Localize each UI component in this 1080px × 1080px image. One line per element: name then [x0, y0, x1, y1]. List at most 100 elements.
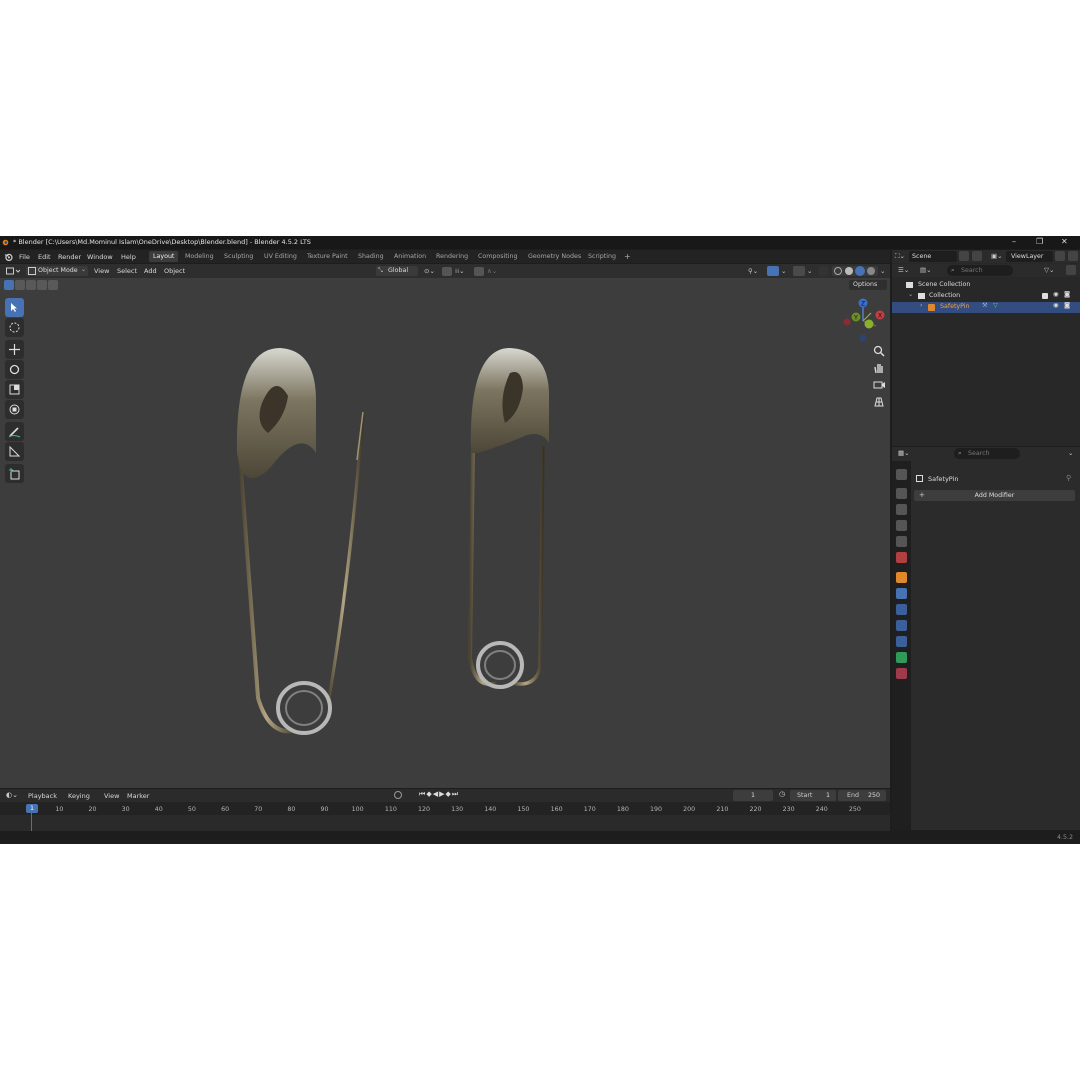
exclude-checkbox[interactable] — [1042, 293, 1048, 299]
chevron-down-icon[interactable]: ⌄ — [1068, 449, 1073, 457]
xray-icon[interactable] — [819, 266, 828, 276]
display-mode-icon[interactable]: ▤⌄ — [920, 266, 932, 274]
viewport-menu-view[interactable]: View — [94, 267, 109, 275]
playhead[interactable]: 1 — [26, 804, 38, 813]
scene-selector[interactable]: Scene — [909, 251, 957, 262]
gizmo-toggle-icon[interactable] — [767, 266, 779, 276]
minimize-button[interactable]: – — [1012, 237, 1016, 246]
timeline-menu-keying[interactable]: Keying — [68, 792, 90, 800]
object-tab-icon[interactable] — [896, 572, 907, 583]
viewlayer-icon[interactable]: ▣⌄ — [991, 252, 1003, 260]
snap-target-icon[interactable]: ⁞⁞⌄ — [455, 267, 465, 275]
tab-animation[interactable]: Animation — [390, 251, 430, 262]
auto-keying-icon[interactable] — [394, 791, 402, 799]
outliner-editor-type-icon[interactable]: ☰⌄ — [898, 266, 909, 274]
delete-scene-icon[interactable] — [972, 251, 982, 261]
properties-search-input[interactable]: ⌕ Search — [954, 448, 1020, 459]
tab-compositing[interactable]: Compositing — [474, 251, 521, 262]
add-modifier-button[interactable]: + Add Modifier — [914, 490, 1075, 501]
filter-icon[interactable]: ▽⌄ — [1044, 266, 1054, 274]
overlays-options-icon[interactable]: ⌄ — [807, 267, 812, 275]
solid-shading-icon[interactable] — [845, 267, 853, 275]
timeline-editor-type-icon[interactable]: ◐⌄ — [6, 791, 18, 799]
menu-window[interactable]: Window — [87, 253, 113, 261]
modifier-tab-icon[interactable] — [896, 588, 907, 599]
end-frame-field[interactable]: End 250 — [838, 790, 886, 801]
timeline-menu-view[interactable]: View — [104, 792, 119, 800]
tool-tab-icon[interactable] — [896, 469, 907, 480]
view-layer-tab-icon[interactable] — [896, 520, 907, 531]
properties-editor-type-icon[interactable]: ▦⌄ — [898, 449, 910, 457]
maximize-button[interactable]: ❐ — [1036, 237, 1043, 246]
jump-end-icon[interactable]: ⏭ — [452, 790, 459, 798]
camera-render-icon[interactable]: ◙ — [1064, 302, 1070, 309]
tab-texture-paint[interactable]: Texture Paint — [303, 251, 352, 262]
tab-rendering[interactable]: Rendering — [432, 251, 472, 262]
timeline-menu-playback[interactable]: Playback — [28, 792, 57, 800]
snap-toggle-icon[interactable] — [442, 267, 452, 276]
timeline-menu-marker[interactable]: Marker — [127, 792, 149, 800]
outliner-search-input[interactable]: ⌕ Search — [947, 265, 1013, 276]
editor-type-icon[interactable] — [6, 267, 20, 275]
menu-file[interactable]: File — [19, 253, 30, 261]
tab-layout[interactable]: Layout — [149, 251, 179, 262]
new-viewlayer-icon[interactable] — [1055, 251, 1065, 261]
physics-tab-icon[interactable] — [896, 620, 907, 631]
tab-uv-editing[interactable]: UV Editing — [260, 251, 301, 262]
world-tab-icon[interactable] — [896, 552, 907, 563]
visibility-icon[interactable]: ⚲⌄ — [748, 267, 758, 275]
pin-icon[interactable]: ⚲ — [1066, 474, 1071, 482]
shading-options-icon[interactable]: ⌄ — [880, 267, 885, 275]
material-preview-icon[interactable] — [855, 266, 865, 276]
tab-shading[interactable]: Shading — [354, 251, 388, 262]
pivot-point-icon[interactable]: ⊙⌄ — [424, 267, 435, 275]
clock-icon[interactable]: ◷ — [779, 790, 785, 798]
menu-render[interactable]: Render — [58, 253, 81, 261]
viewport-menu-object[interactable]: Object — [164, 267, 185, 275]
outliner-row-safetypin[interactable]: › SafetyPin ⚒ ▽ ◉ ◙ — [892, 302, 1080, 313]
expand-arrow-icon[interactable]: › — [920, 302, 923, 309]
tab-scripting[interactable]: Scripting — [584, 251, 620, 262]
tab-geometry-nodes[interactable]: Geometry Nodes — [524, 251, 585, 262]
outliner-row-scene-collection[interactable]: Scene Collection — [892, 280, 1080, 291]
render-tab-icon[interactable] — [896, 488, 907, 499]
new-scene-icon[interactable] — [959, 251, 969, 261]
blender-menu-icon[interactable] — [4, 253, 13, 261]
data-tab-icon[interactable] — [896, 652, 907, 663]
scene-icon[interactable]: ⛶⌄ — [895, 252, 905, 261]
material-tab-icon[interactable] — [896, 668, 907, 679]
timeline-track[interactable] — [0, 815, 890, 831]
modifier-icon[interactable]: ⚒ — [982, 302, 988, 309]
eye-icon[interactable]: ◉ — [1053, 302, 1059, 309]
close-button[interactable]: ✕ — [1061, 237, 1068, 246]
output-tab-icon[interactable] — [896, 504, 907, 515]
proportional-edit-icon[interactable] — [474, 267, 484, 276]
viewport-menu-add[interactable]: Add — [144, 267, 157, 275]
menu-help[interactable]: Help — [121, 253, 136, 261]
current-frame-field[interactable]: 1 — [733, 790, 773, 801]
mode-selector[interactable]: Object Mode ⌄ — [26, 266, 88, 276]
scene-tab-icon[interactable] — [896, 536, 907, 547]
menu-edit[interactable]: Edit — [38, 253, 51, 261]
tab-modeling[interactable]: Modeling — [181, 251, 218, 262]
expand-chevron-icon[interactable]: ⌄ — [908, 291, 913, 298]
mesh-data-icon[interactable]: ▽ — [993, 302, 998, 309]
outliner-row-collection[interactable]: ⌄ Collection ◉ ◙ — [892, 291, 1080, 302]
overlays-icon[interactable] — [793, 266, 805, 276]
viewlayer-selector[interactable]: ViewLayer — [1006, 251, 1053, 262]
falloff-icon[interactable]: ∧⌄ — [487, 267, 497, 275]
wireframe-shading-icon[interactable] — [834, 267, 842, 275]
tab-sculpting[interactable]: Sculpting — [220, 251, 257, 262]
3d-viewport[interactable]: Options Z Y X — [0, 278, 890, 788]
eye-icon[interactable]: ◉ — [1053, 291, 1059, 298]
constraints-tab-icon[interactable] — [896, 636, 907, 647]
rendered-shading-icon[interactable] — [867, 267, 875, 275]
add-workspace-button[interactable]: + — [624, 252, 631, 261]
gizmo-options-icon[interactable]: ⌄ — [781, 267, 786, 275]
viewport-menu-select[interactable]: Select — [117, 267, 137, 275]
start-frame-field[interactable]: Start 1 — [790, 790, 836, 801]
new-collection-icon[interactable] — [1066, 265, 1076, 275]
delete-viewlayer-icon[interactable] — [1068, 251, 1078, 261]
camera-render-icon[interactable]: ◙ — [1064, 291, 1070, 298]
transform-orientation-selector[interactable]: ⤡ Global — [376, 266, 418, 276]
